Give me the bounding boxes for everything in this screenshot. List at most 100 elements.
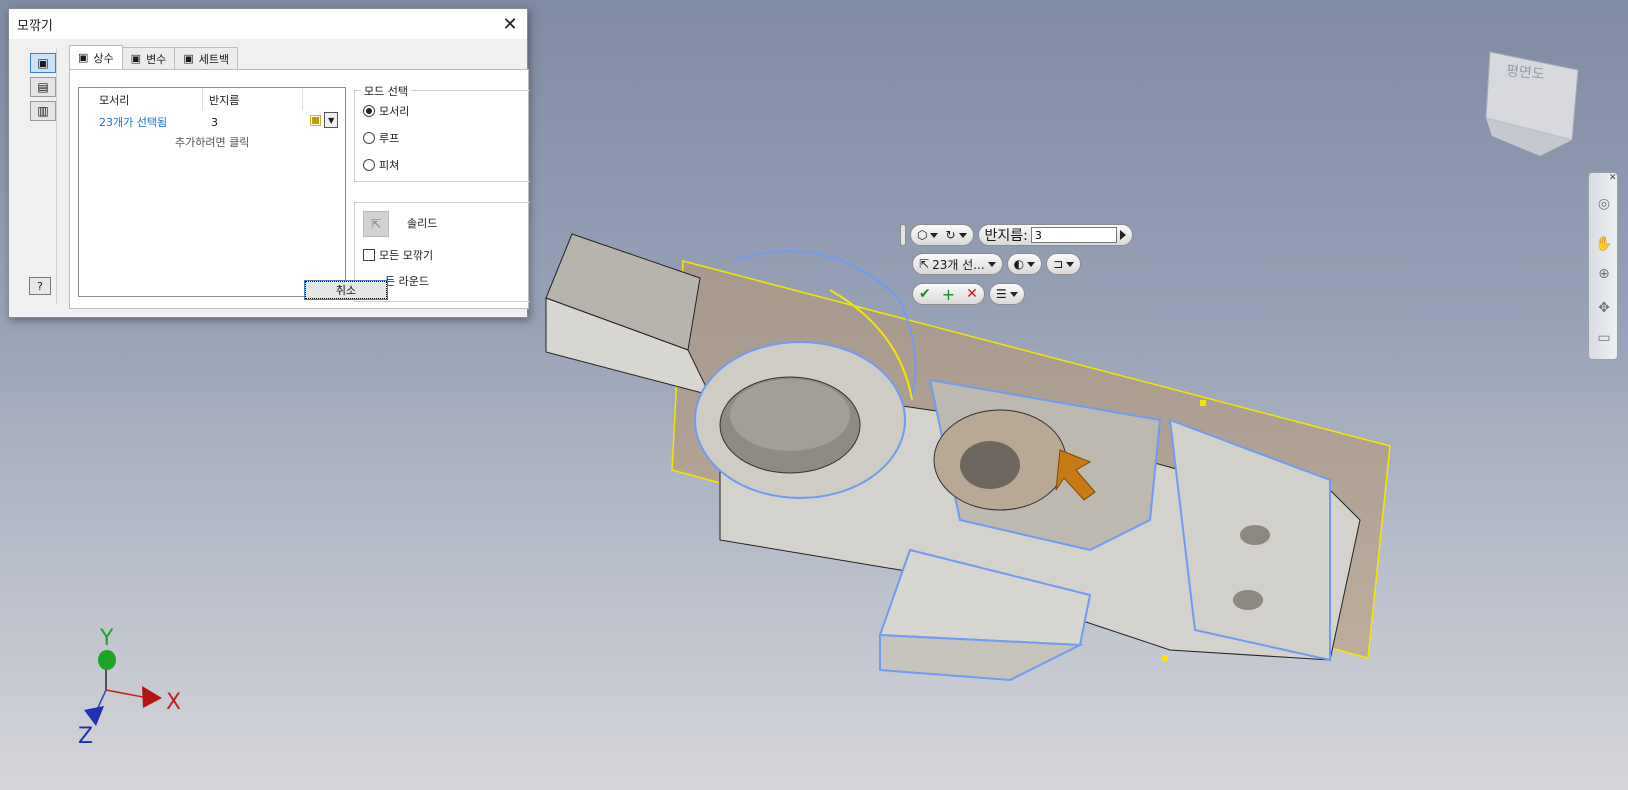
toolbar-grip[interactable] bbox=[900, 224, 906, 246]
solid-dropdown[interactable]: ◐ bbox=[1006, 253, 1043, 275]
tab-label: 세트백 bbox=[198, 52, 230, 66]
full-round-icon: ▥ bbox=[37, 104, 49, 118]
edge-fillet-button[interactable]: ▣ bbox=[30, 53, 56, 73]
column-edge[interactable]: 모서리 bbox=[93, 88, 203, 110]
navigation-bar: ✕ ◎ ✋ ⊕ ✥ ▭ bbox=[1588, 172, 1618, 360]
radio-label: 피쳐 bbox=[379, 159, 400, 172]
setback-icon: ▣ bbox=[183, 52, 194, 65]
select-filter-dropdown[interactable]: ⊐ bbox=[1046, 253, 1082, 275]
close-icon[interactable]: ✕ bbox=[493, 9, 527, 39]
look-at-icon[interactable]: ▭ bbox=[1595, 329, 1613, 347]
radius-cell[interactable]: 3 bbox=[211, 116, 218, 129]
y-axis-label: Y bbox=[100, 626, 114, 651]
pointer-icon: ⇱ bbox=[919, 257, 930, 271]
z-axis-head bbox=[84, 706, 104, 726]
plus-icon[interactable]: + bbox=[942, 285, 955, 304]
radio-label: 모서리 bbox=[379, 105, 410, 118]
x-axis-head bbox=[142, 686, 162, 708]
mini-toolbar-row3: ✔ + ✕ ☰ bbox=[912, 283, 1029, 305]
radius-pill: 반지름: bbox=[977, 224, 1133, 246]
tower-hole-top bbox=[1240, 525, 1270, 545]
mode-loop-radio[interactable]: 루프 bbox=[363, 130, 399, 146]
steering-wheel-icon[interactable]: ◎ bbox=[1595, 195, 1613, 213]
viewcube-face-label[interactable]: 평면도 bbox=[1505, 60, 1546, 84]
checkbox-indicator bbox=[363, 249, 375, 261]
add-edge-hint[interactable]: 추가하려면 클릭 bbox=[175, 134, 249, 150]
tab-label: 변수 bbox=[146, 52, 167, 66]
radio-indicator bbox=[363, 105, 375, 117]
tab-label: 상수 bbox=[93, 51, 114, 65]
variable-fillet-icon: ▣ bbox=[130, 52, 142, 65]
x-axis-label: X bbox=[166, 690, 182, 715]
edge-select-icon[interactable]: ▣ bbox=[309, 112, 322, 128]
pointer-icon: ⇱ bbox=[370, 217, 382, 231]
mini-toolbar-row1: ⬡ ↻ 반지름: bbox=[900, 224, 1137, 246]
action-pill: ✔ + ✕ bbox=[912, 283, 985, 305]
grip-top[interactable] bbox=[1200, 400, 1206, 406]
z-axis-label: Z bbox=[78, 724, 94, 749]
all-rounds-checkbox[interactable]: 든 라운드 bbox=[385, 273, 429, 289]
all-fillets-checkbox[interactable]: 모든 모깎기 bbox=[363, 247, 433, 263]
face-fillet-icon: ▤ bbox=[37, 80, 49, 94]
table-header: 모서리 반지름 bbox=[93, 88, 333, 110]
orbit-icon[interactable]: ✥ bbox=[1595, 299, 1613, 317]
full-round-button[interactable]: ▥ bbox=[30, 101, 56, 121]
grip-bottom[interactable] bbox=[1162, 655, 1168, 661]
zoom-icon[interactable]: ⊕ bbox=[1595, 265, 1613, 283]
mode-feature-radio[interactable]: 피쳐 bbox=[363, 157, 399, 173]
tab-setback[interactable]: ▣ 세트백 bbox=[174, 47, 239, 69]
chevron-down-icon bbox=[958, 232, 967, 238]
fillet-type-icon: ⬡ bbox=[917, 228, 928, 242]
checkbox-label: 모든 모깎기 bbox=[379, 249, 434, 262]
cancel-button[interactable]: 취소 bbox=[304, 280, 388, 300]
mode-select-group: 모드 선택 모서리 루프 피쳐 bbox=[354, 83, 530, 182]
edge-select-controls: ▣ ▼ bbox=[309, 112, 339, 128]
chevron-down-icon bbox=[1066, 261, 1075, 267]
edge-radius-table[interactable]: 모서리 반지름 23개가 선택됨 3 ▣ ▼ 추가하려면 클릭 bbox=[78, 87, 346, 297]
options-dropdown[interactable]: ☰ bbox=[988, 283, 1025, 305]
solid-label: 솔리드 bbox=[407, 217, 438, 230]
chevron-down-icon bbox=[930, 232, 939, 238]
tab-constant[interactable]: ▣ 상수 bbox=[69, 45, 123, 69]
list-icon: ☰ bbox=[995, 287, 1007, 301]
solid-select-button[interactable]: ⇱ bbox=[363, 211, 389, 237]
x-icon[interactable]: ✕ bbox=[966, 286, 978, 302]
solid-icon: ◐ bbox=[1013, 257, 1025, 271]
chevron-down-icon[interactable]: ▼ bbox=[324, 112, 339, 128]
edge-fillet-icon: ▣ bbox=[37, 56, 49, 70]
radio-indicator bbox=[363, 132, 375, 144]
radius-label: 반지름: bbox=[984, 228, 1028, 244]
constant-fillet-icon: ▣ bbox=[78, 51, 89, 64]
column-radius[interactable]: 반지름 bbox=[203, 88, 303, 110]
face-fillet-button[interactable]: ▤ bbox=[30, 77, 56, 97]
radio-indicator bbox=[363, 159, 375, 171]
checkbox-label: 든 라운드 bbox=[385, 275, 429, 288]
chevron-down-icon bbox=[987, 261, 996, 267]
edge-selection-cell[interactable]: 23개가 선택됨 bbox=[99, 114, 167, 130]
fillet-type-dropdown[interactable]: ⬡ ↻ bbox=[910, 224, 974, 246]
counterbore-hole bbox=[960, 441, 1020, 489]
mode-edge-radio[interactable]: 모서리 bbox=[363, 103, 409, 119]
radio-label: 루프 bbox=[379, 132, 400, 145]
x-axis-line bbox=[105, 689, 149, 699]
tower-hole-bottom bbox=[1233, 590, 1263, 610]
boss-hole-inner bbox=[730, 379, 850, 451]
fillet-dialog: 모깎기 ✕ ▣ ▤ ▥ ? ▣ 상수 ▣ 변수 ▣ 세트백 모서리 반지름 23… bbox=[8, 8, 530, 318]
dialog-title: 모깎기 bbox=[17, 18, 53, 34]
select-mode-icon: ↻ bbox=[945, 228, 956, 242]
filter-icon: ⊐ bbox=[1053, 257, 1064, 271]
help-button[interactable]: ? bbox=[29, 277, 51, 295]
radius-arrow-icon[interactable] bbox=[1119, 230, 1126, 240]
selection-dropdown[interactable]: ⇱ 23개 선... bbox=[912, 253, 1003, 275]
tab-strip: ▣ 상수 ▣ 변수 ▣ 세트백 bbox=[69, 45, 239, 69]
chevron-down-icon bbox=[1027, 261, 1036, 267]
checkmark-icon[interactable]: ✔ bbox=[919, 286, 931, 302]
tab-variable[interactable]: ▣ 변수 bbox=[121, 47, 176, 69]
pan-icon[interactable]: ✋ bbox=[1595, 235, 1613, 253]
navbar-close-icon[interactable]: ✕ bbox=[1609, 173, 1617, 183]
dialog-titlebar[interactable]: 모깎기 ✕ bbox=[9, 9, 527, 39]
selection-label: 23개 선... bbox=[932, 257, 985, 272]
tab-panel-constant: 모서리 반지름 23개가 선택됨 3 ▣ ▼ 추가하려면 클릭 모드 선택 모서… bbox=[69, 69, 530, 309]
radius-input[interactable] bbox=[1030, 227, 1117, 243]
mode-select-legend: 모드 선택 bbox=[361, 83, 411, 99]
